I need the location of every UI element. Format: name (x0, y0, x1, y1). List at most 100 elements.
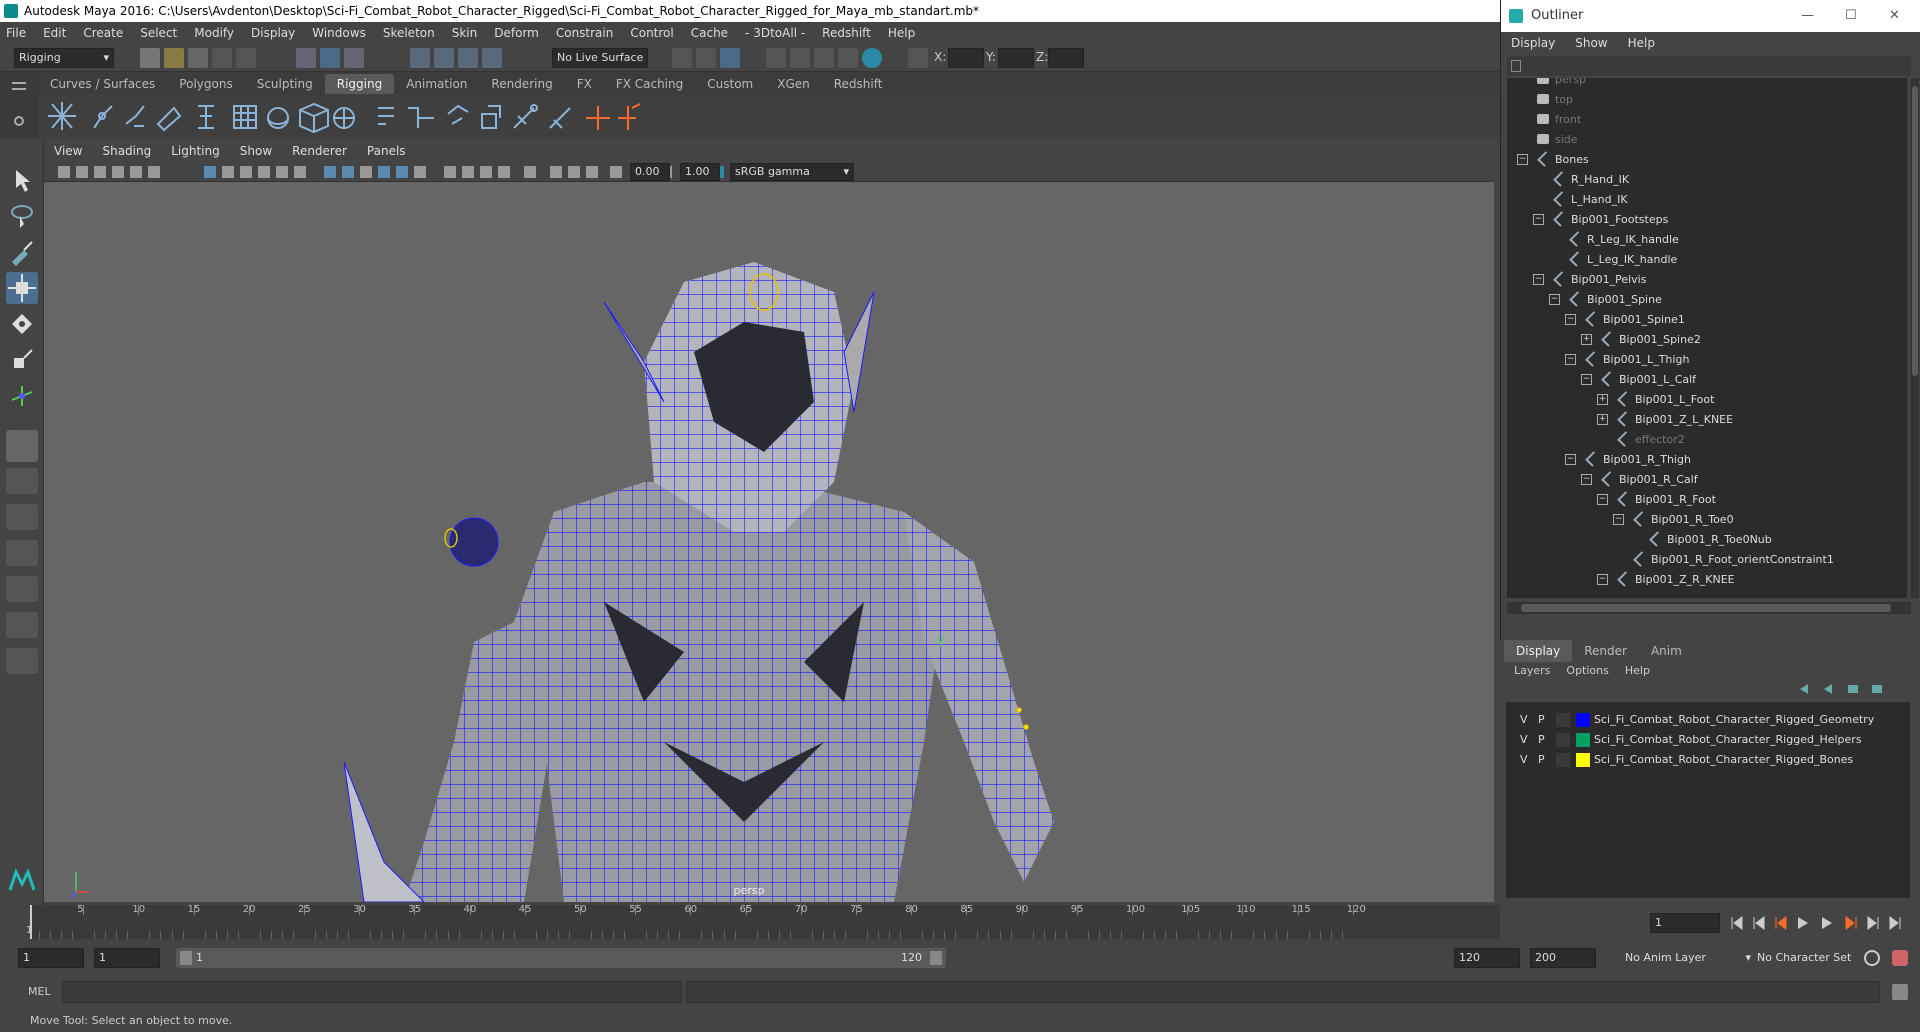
minimize-icon[interactable]: — (1801, 0, 1814, 32)
outliner-search-field[interactable] (1507, 56, 1911, 76)
panel-menu-panels[interactable]: Panels (367, 144, 406, 158)
paint-weights-icon[interactable] (378, 107, 394, 125)
lattice-icon[interactable] (233, 105, 257, 129)
save-scene-icon[interactable] (188, 48, 208, 68)
collapse-icon[interactable]: − (1549, 294, 1560, 305)
shelf-tab-xgen[interactable]: XGen (765, 74, 822, 94)
graph-persp-layout-icon[interactable] (6, 540, 38, 566)
time-slider-track[interactable]: 1 5 10 15 20 25 30 35 40 45 50 55 60 65 70 75 80 85 90 95 1… (26, 904, 1470, 939)
layer-color-swatch[interactable] (1576, 753, 1590, 767)
animation-preferences-icon[interactable] (1892, 950, 1908, 966)
collapse-icon[interactable]: − (1613, 514, 1624, 525)
shelf-tab-fx[interactable]: FX (565, 74, 604, 94)
shadows-icon[interactable] (414, 166, 426, 178)
menu-file[interactable]: File (6, 26, 26, 40)
vscroll-thumb[interactable] (1912, 86, 1918, 376)
layer-row[interactable]: V P Sci_Fi_Combat_Robot_Character_Rigged_H… (1514, 730, 1914, 750)
select-component-icon[interactable] (344, 48, 364, 68)
resolution-gate-icon[interactable] (240, 166, 252, 178)
layer-tab-anim[interactable]: Anim (1639, 640, 1694, 662)
perspective-viewport[interactable]: y persp (44, 182, 1494, 902)
orient-constraint-icon[interactable] (549, 107, 571, 129)
universal-manipulator-icon[interactable] (6, 380, 38, 412)
range-slider[interactable]: 1 120 (176, 948, 946, 968)
expand-icon[interactable]: + (1597, 414, 1608, 425)
layer-color-swatch[interactable] (1576, 713, 1590, 727)
layer-row[interactable]: V P Sci_Fi_Combat_Robot_Character_Rigged_B… (1514, 750, 1914, 770)
playback-toggle[interactable]: P (1538, 730, 1545, 750)
four-view-layout-icon[interactable] (6, 468, 38, 494)
live-surface-field[interactable]: No Live Surface (552, 48, 648, 68)
panel-menu-shading[interactable]: Shading (102, 144, 151, 158)
wrap-icon[interactable] (267, 107, 289, 129)
collapse-icon[interactable]: − (1597, 494, 1608, 505)
menu-set-dropdown[interactable]: Rigging ▾ (14, 48, 114, 68)
view-transform-dropdown[interactable]: sRGB gamma ▾ (730, 163, 854, 181)
collapse-icon[interactable]: − (1533, 214, 1544, 225)
textured-icon[interactable] (378, 166, 390, 178)
move-tool-icon[interactable] (6, 272, 38, 304)
menu-windows[interactable]: Windows (312, 26, 366, 40)
time-slider[interactable]: 1 5 10 15 20 25 30 35 40 45 50 55 60 65 70 75 80 85 90 95 1… (26, 904, 1500, 939)
maya-home-icon[interactable] (6, 864, 38, 896)
outliner-menu-display[interactable]: Display (1511, 36, 1555, 50)
menu-help[interactable]: Help (888, 26, 915, 40)
shelf-tab-custom[interactable]: Custom (695, 74, 765, 94)
reference-toggle[interactable] (1556, 753, 1570, 767)
ipr-render-icon[interactable] (814, 48, 834, 68)
ik-handle-icon[interactable] (93, 105, 113, 129)
close-icon[interactable]: ✕ (1889, 0, 1900, 32)
film-gate-icon[interactable] (222, 166, 234, 178)
xray-active-icon[interactable] (568, 166, 580, 178)
render-view-icon[interactable] (766, 48, 786, 68)
shelf-tab-curves-surfaces[interactable]: Curves / Surfaces (38, 74, 167, 94)
mirror-weights-icon[interactable] (408, 107, 434, 128)
grid-icon[interactable] (204, 166, 216, 178)
script-editor-layout-icon[interactable] (6, 612, 38, 638)
menu-modify[interactable]: Modify (194, 26, 234, 40)
outliner-vscrollbar[interactable] (1911, 78, 1919, 598)
menu-skeleton[interactable]: Skeleton (383, 26, 435, 40)
layer-menu-options[interactable]: Options (1566, 664, 1608, 677)
hscroll-thumb[interactable] (1521, 604, 1891, 612)
history-icon[interactable] (672, 48, 692, 68)
anti-aliasing-icon[interactable] (480, 166, 492, 178)
layer-menu-layers[interactable]: Layers (1514, 664, 1550, 677)
menu-skin[interactable]: Skin (452, 26, 478, 40)
skin-bind-icon[interactable] (156, 106, 182, 132)
shelf-tab-rendering[interactable]: Rendering (479, 74, 564, 94)
shelf-tab-fx-caching[interactable]: FX Caching (604, 74, 695, 94)
single-perspective-layout-icon[interactable] (6, 430, 38, 462)
snap-view-icon[interactable] (482, 48, 502, 68)
panel-menu-lighting[interactable]: Lighting (171, 144, 220, 158)
collapse-icon[interactable]: − (1517, 154, 1528, 165)
expand-icon[interactable]: + (1581, 334, 1592, 345)
script-editor-icon[interactable] (1892, 984, 1908, 1000)
xray-joints-icon[interactable] (586, 166, 598, 178)
panel-menu-renderer[interactable]: Renderer (292, 144, 347, 158)
construction-history-icon[interactable] (720, 48, 740, 68)
collapse-icon[interactable]: − (1565, 354, 1576, 365)
scale-tool-icon[interactable] (6, 344, 38, 376)
select-object-icon[interactable] (320, 48, 340, 68)
panel-menu-view[interactable]: View (54, 144, 82, 158)
step-back-frame-icon[interactable] (1775, 916, 1787, 930)
go-to-end-icon[interactable] (1889, 916, 1901, 930)
y-field[interactable] (998, 48, 1034, 68)
playback-toggle[interactable]: P (1538, 710, 1545, 730)
motion-blur-icon[interactable] (462, 166, 474, 178)
shelf-tab-rigging[interactable]: Rigging (324, 74, 395, 94)
menu-create[interactable]: Create (83, 26, 123, 40)
safe-action-icon[interactable] (294, 166, 306, 178)
menu-deform[interactable]: Deform (494, 26, 539, 40)
exposure-field[interactable]: 0.00 (630, 163, 670, 181)
custom-layout-icon[interactable] (6, 648, 38, 674)
collapse-icon[interactable]: − (1581, 474, 1592, 485)
hypershade-icon[interactable] (862, 48, 882, 68)
render-current-icon[interactable] (790, 48, 810, 68)
outliner-persp-layout-icon[interactable] (6, 504, 38, 530)
two-d-pan-zoom-icon[interactable] (130, 166, 142, 178)
point-constraint-icon[interactable] (481, 105, 501, 129)
grease-pencil-icon[interactable] (148, 166, 160, 178)
wireframe-on-shaded-icon[interactable] (360, 166, 372, 178)
